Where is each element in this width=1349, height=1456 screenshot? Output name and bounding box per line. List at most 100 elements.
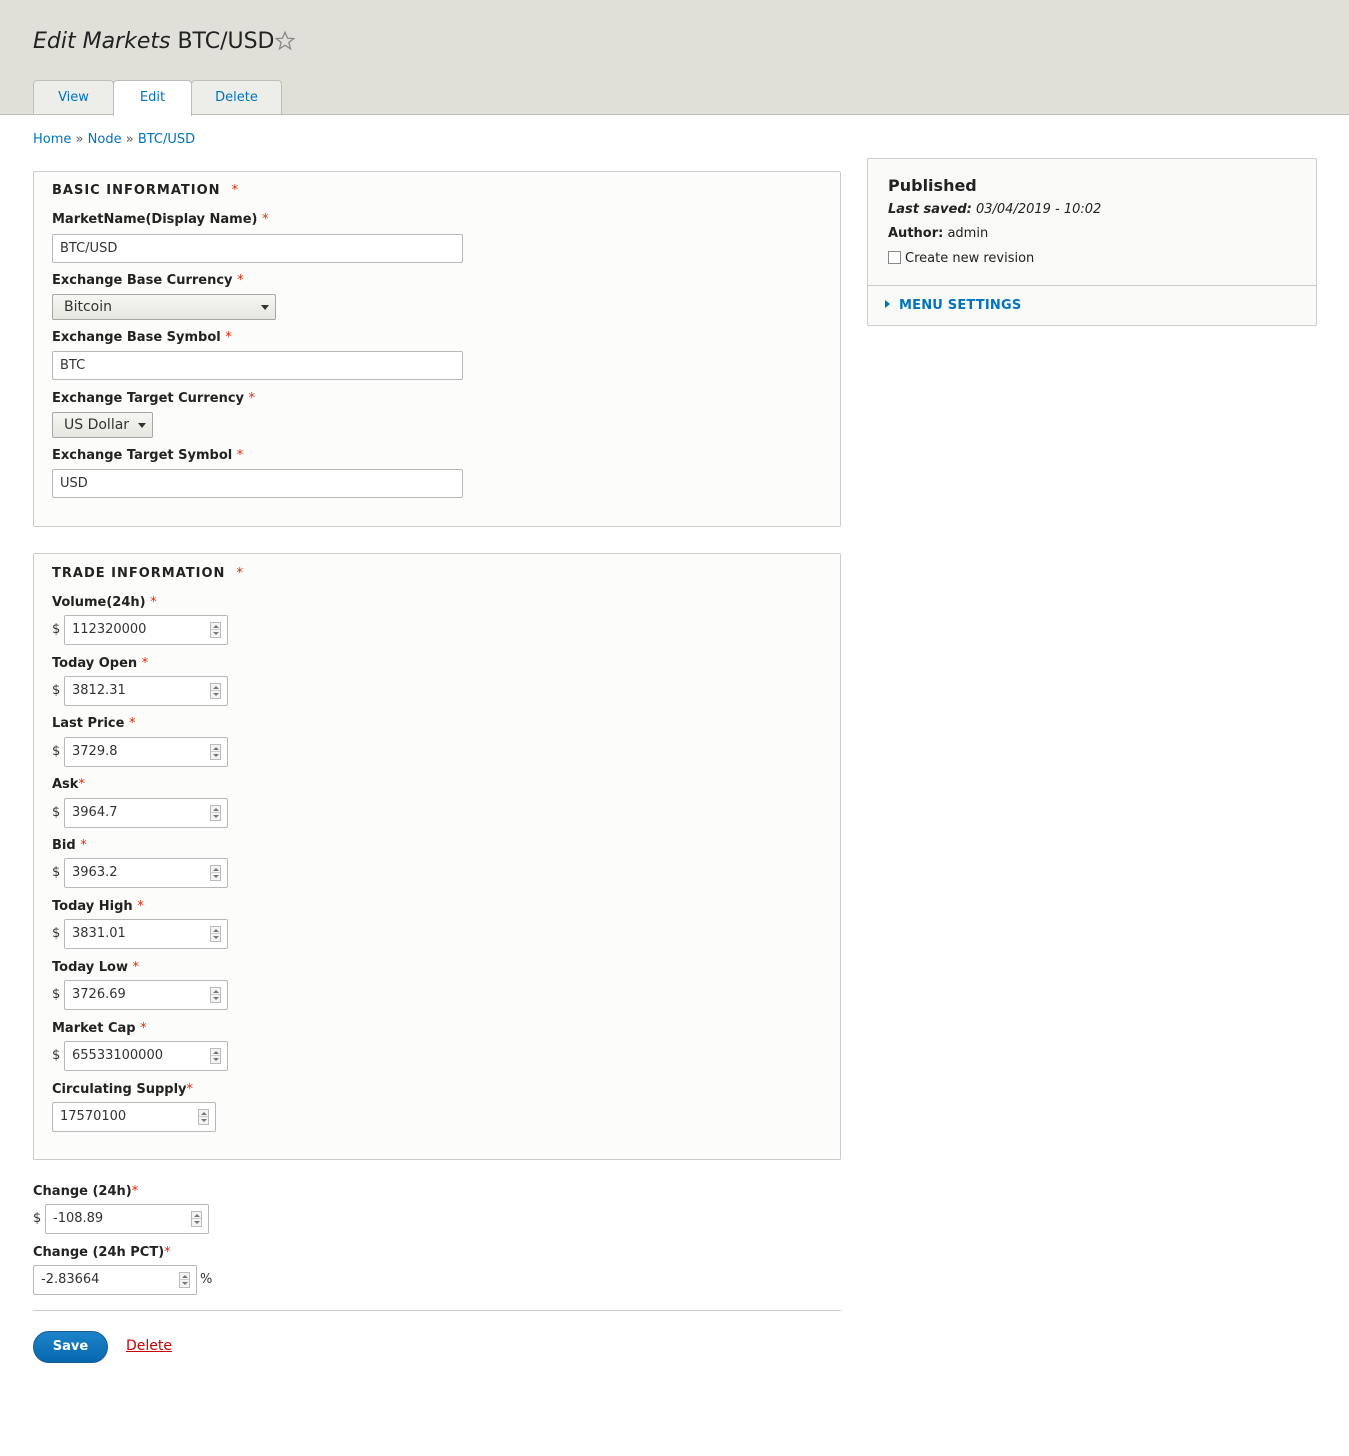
currency-prefix: $ [52,744,61,759]
delete-link[interactable]: Delete [126,1338,172,1354]
trade-information-legend: TRADE INFORMATION * [52,566,244,581]
market-cap-input[interactable]: 65533100000 [64,1041,228,1071]
change-24h-input[interactable]: -108.89 [45,1204,209,1234]
caret-right-icon [885,300,890,308]
save-button[interactable]: Save [33,1331,108,1363]
basic-information-legend: BASIC INFORMATION * [52,183,239,198]
spinner-icon[interactable] [210,926,221,942]
required-mark: * [137,899,144,914]
label-text: MarketName(Display Name) [52,212,258,227]
today-high-label: Today High * [52,899,144,914]
required-mark: * [237,273,244,288]
volume-24h-input[interactable]: 112320000 [64,615,228,645]
breadcrumb: Home » Node » BTC/USD [33,132,195,147]
tab-delete[interactable]: Delete [191,80,282,114]
input-value: 3726.69 [72,987,126,1002]
primary-tabs: View Edit Delete [33,80,282,116]
spinner-icon[interactable] [210,683,221,699]
legend-text: TRADE INFORMATION [52,566,226,581]
label-text: Circulating Supply [52,1082,187,1097]
spinner-icon[interactable] [179,1272,190,1288]
breadcrumb-home[interactable]: Home [33,132,71,147]
spinner-icon[interactable] [210,805,221,821]
currency-prefix: $ [52,805,61,820]
input-value: -108.89 [53,1211,104,1226]
market-name-input[interactable]: BTC/USD [52,234,463,263]
base-currency-select[interactable]: Bitcoin [52,294,276,320]
tab-edit[interactable]: Edit [113,80,192,116]
label-text: Bid [52,838,76,853]
circulating-supply-label: Circulating Supply* [52,1082,193,1097]
spinner-icon[interactable] [198,1109,209,1125]
spinner-icon[interactable] [210,987,221,1003]
change-24h-label: Change (24h)* [33,1184,138,1199]
author-value: admin [947,226,989,241]
page-title: Edit Markets BTC/USD [33,29,275,54]
required-mark: * [236,566,244,581]
label-text: Exchange Target Currency [52,391,245,406]
circulating-supply-input[interactable]: 17570100 [52,1102,216,1132]
required-mark: * [80,838,87,853]
chevron-down-icon [138,423,146,428]
author-label: Author: [888,226,944,241]
required-mark: * [141,656,149,671]
last-saved: Last saved: 03/04/2019 - 10:02 [888,202,1101,217]
last-price-input[interactable]: 3729.8 [64,737,228,767]
breadcrumb-separator: » [75,132,84,147]
required-mark: * [164,1245,171,1260]
input-value: 3729.8 [72,744,118,759]
today-low-input[interactable]: 3726.69 [64,980,228,1010]
required-mark: * [128,716,136,731]
required-mark: * [132,960,140,975]
spinner-icon[interactable] [210,744,221,760]
input-value: 112320000 [72,622,147,637]
label-text: Exchange Base Symbol [52,330,221,345]
currency-prefix: $ [52,622,61,637]
last-saved-value: 03/04/2019 - 10:02 [975,202,1102,217]
bid-input[interactable]: 3963.2 [64,858,228,888]
volume-24h-label: Volume(24h) * [52,595,157,610]
menu-settings-toggle[interactable]: MENU SETTINGS [885,298,1021,313]
label-text: Exchange Target Symbol [52,448,233,463]
author: Author: admin [888,226,988,241]
star-icon[interactable] [274,30,296,52]
last-saved-label: Last saved: [888,202,972,217]
select-value: Bitcoin [64,299,113,315]
base-symbol-input[interactable]: BTC [52,351,463,380]
publish-status: Published [888,176,977,195]
bid-label: Bid * [52,838,87,853]
input-value: 17570100 [60,1109,127,1124]
required-mark: * [78,777,85,792]
target-currency-select[interactable]: US Dollar [52,412,153,438]
target-symbol-input[interactable]: USD [52,469,463,498]
spinner-icon[interactable] [210,1048,221,1064]
spinner-icon[interactable] [191,1211,202,1227]
spinner-icon[interactable] [210,865,221,881]
last-price-label: Last Price * [52,716,135,731]
breadcrumb-node[interactable]: Node [88,132,122,147]
label-text: Today Open [52,656,138,671]
spinner-icon[interactable] [210,622,221,638]
tab-view[interactable]: View [33,80,114,114]
create-revision-checkbox[interactable] [888,251,901,264]
breadcrumb-separator: » [125,132,134,147]
basic-information-fieldset: BASIC INFORMATION * MarketName(Display N… [33,171,841,527]
market-cap-label: Market Cap * [52,1021,147,1036]
select-value: US Dollar [64,417,130,433]
change-24h-pct-label: Change (24h PCT)* [33,1245,171,1260]
legend-text: BASIC INFORMATION [52,183,221,198]
create-revision-label[interactable]: Create new revision [905,251,1034,266]
base-symbol-label: Exchange Base Symbol * [52,330,232,345]
target-currency-label: Exchange Target Currency * [52,391,255,406]
today-open-input[interactable]: 3812.31 [64,676,228,706]
input-value: 3963.2 [72,865,118,880]
trade-information-fieldset: TRADE INFORMATION * Volume(24h) * $ 1123… [33,553,841,1160]
label-text: Change (24h) [33,1184,132,1199]
ask-input[interactable]: 3964.7 [64,798,228,828]
percent-suffix: % [200,1272,213,1287]
today-high-input[interactable]: 3831.01 [64,919,228,949]
required-mark: * [236,448,244,463]
breadcrumb-current[interactable]: BTC/USD [138,132,195,147]
required-mark: * [225,330,232,345]
change-24h-pct-input[interactable]: -2.83664 [33,1265,197,1295]
